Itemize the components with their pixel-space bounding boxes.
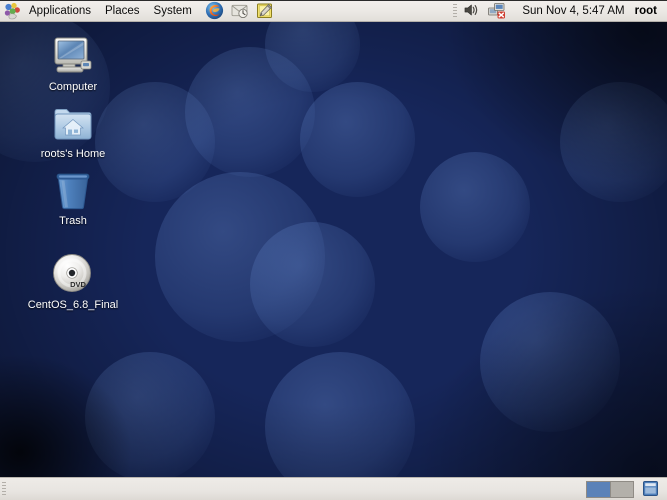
- evolution-launcher[interactable]: [230, 1, 251, 21]
- bottom-panel: [0, 477, 667, 500]
- workspace-1[interactable]: [587, 481, 610, 497]
- svg-text:DVD: DVD: [70, 280, 86, 289]
- computer-monitor-icon: [17, 30, 129, 78]
- desktop-icon-home[interactable]: roots's Home: [17, 97, 129, 161]
- desktop-icon-label: roots's Home: [40, 148, 106, 160]
- wallpaper-bokeh: [560, 82, 667, 202]
- home-folder-icon: [17, 97, 129, 145]
- wallpaper-bokeh: [480, 292, 620, 432]
- menu-places[interactable]: Places: [98, 2, 147, 21]
- show-desktop-button[interactable]: [642, 480, 661, 498]
- desktop-icon-dvd[interactable]: DVD CentOS_6.8_Final: [17, 248, 129, 312]
- desktop-icon-label: Trash: [59, 215, 87, 227]
- menu-system[interactable]: System: [147, 2, 199, 21]
- wallpaper-bokeh: [300, 82, 415, 197]
- wallpaper-bokeh: [85, 352, 215, 482]
- desktop-icon-label: Computer: [48, 81, 98, 93]
- desktop-icon-label: CentOS_6.8_Final: [27, 299, 119, 311]
- wallpaper-bokeh: [250, 222, 375, 347]
- desktop-screen: Computer roots's Home Trash DVD CentOS_6…: [0, 0, 667, 500]
- network-disconnected-icon[interactable]: [487, 1, 508, 21]
- wallpaper-bokeh: [185, 47, 315, 177]
- bottom-panel-grip-handle[interactable]: [2, 482, 6, 496]
- top-panel: Applications Places System Sun Nov 4, 5:…: [0, 0, 667, 22]
- workspace-switcher[interactable]: [586, 480, 634, 498]
- system-tray: Sun Nov 4, 5:47 AM root: [450, 1, 667, 21]
- desktop-icon-computer[interactable]: Computer: [17, 30, 129, 94]
- wallpaper-bokeh: [155, 172, 325, 342]
- firefox-launcher[interactable]: [205, 1, 226, 21]
- volume-icon[interactable]: [462, 1, 483, 21]
- gnome-foot-icon[interactable]: [3, 2, 21, 20]
- user-menu[interactable]: root: [635, 5, 667, 17]
- wallpaper-bokeh: [420, 152, 530, 262]
- tray-grip-handle[interactable]: [453, 4, 458, 18]
- text-editor-launcher[interactable]: [255, 1, 276, 21]
- clock[interactable]: Sun Nov 4, 5:47 AM: [510, 5, 634, 17]
- desktop-icon-trash[interactable]: Trash: [17, 164, 129, 228]
- menu-applications[interactable]: Applications: [22, 2, 98, 21]
- trash-bin-icon: [17, 164, 129, 212]
- dvd-disc-icon: DVD: [17, 248, 129, 296]
- workspace-2[interactable]: [610, 481, 633, 497]
